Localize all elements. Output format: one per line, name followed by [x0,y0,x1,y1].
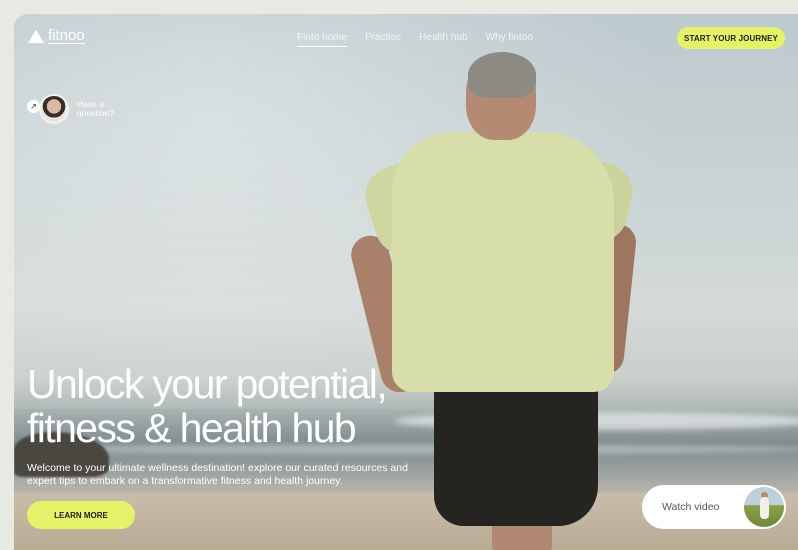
triangle-logo-icon [28,30,44,43]
nav-item-health-hub[interactable]: Health hub [419,32,467,47]
learn-more-button[interactable]: LEARN MORE [27,501,135,529]
runner-shirt [392,132,614,392]
have-a-question-label: Have a question? [77,99,114,118]
video-thumbnail [744,487,784,527]
nav-item-why-fintoo[interactable]: Why fintoo [486,32,533,47]
runner-hair [468,52,536,98]
arrow-up-right-icon: ↗ [27,99,40,113]
hero-section: fitnoo Finto home Practise Health hub Wh… [14,14,798,550]
brand-logo[interactable]: fitnoo [28,27,85,44]
watch-video-label: Watch video [662,501,720,513]
hero-title: Unlock your potential, fitness & health … [27,361,388,451]
runner-shorts [434,376,598,526]
have-a-question-widget[interactable]: ↗ Have a question? [27,88,127,124]
hero-title-line-2: fitness & health hub [27,405,357,451]
nav-item-finto-home[interactable]: Finto home [297,32,348,47]
main-nav: Finto home Practise Health hub Why finto… [297,32,533,47]
thumbnail-figure [760,497,769,519]
brand-name: fitnoo [48,27,85,44]
nav-item-practise[interactable]: Practise [365,32,401,47]
start-journey-button[interactable]: START YOUR JOURNEY [677,27,785,49]
support-avatar [39,94,69,124]
hero-subtitle: Welcome to your ultimate wellness destin… [27,462,408,487]
watch-video-button[interactable]: Watch video [642,485,786,529]
hero-title-line-1: Unlock your potential, [27,361,388,407]
